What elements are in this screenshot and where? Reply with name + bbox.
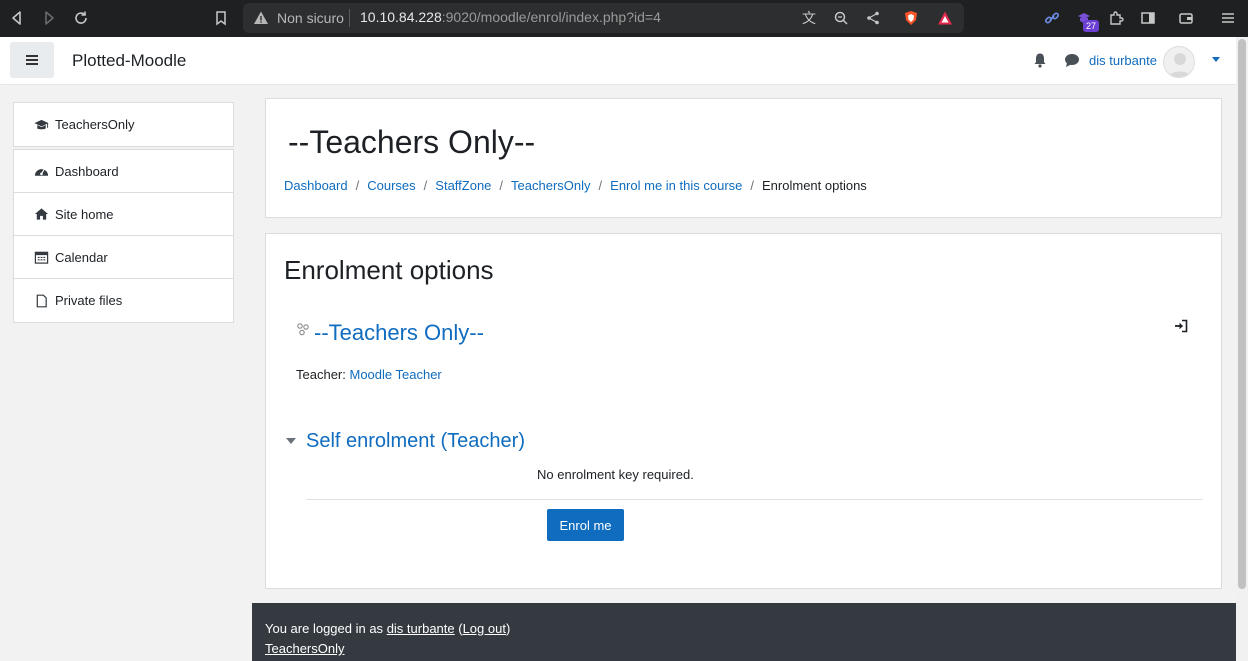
page-header-card: --Teachers Only-- Dashboard / Courses / St… [265, 98, 1222, 218]
teacher-link[interactable]: Moodle Teacher [350, 367, 442, 382]
dashboard-icon [33, 164, 49, 178]
page-title: --Teachers Only-- [288, 124, 536, 160]
translate-icon[interactable]: 文 [800, 9, 818, 27]
breadcrumb-courses[interactable]: Courses [367, 178, 415, 193]
nav-drawer: TeachersOnly Dashboard Site home Calenda… [0, 86, 252, 661]
scrollbar-thumb[interactable] [1238, 39, 1246, 589]
collapse-caret-icon[interactable] [286, 438, 296, 444]
share-icon[interactable] [864, 9, 882, 27]
brave-rewards-icon[interactable] [936, 9, 954, 27]
breadcrumb-staffzone[interactable]: StaffZone [435, 178, 491, 193]
home-icon [33, 207, 49, 221]
chevron-down-icon[interactable] [1212, 57, 1220, 62]
site-navbar: Plotted-Moodle dis turbante [0, 37, 1236, 85]
footer-user-link[interactable]: dis turbante [387, 621, 455, 636]
main-region: --Teachers Only-- Dashboard / Courses / St… [252, 86, 1236, 661]
enrolment-card: Enrolment options --Teachers Only-- Teac… [265, 233, 1222, 589]
bell-icon[interactable] [1032, 52, 1048, 68]
teacher-line: Teacher: Moodle Teacher [296, 367, 442, 382]
user-menu-name[interactable]: dis turbante [1089, 53, 1157, 68]
drawer-item-label: Site home [55, 206, 114, 222]
breadcrumb-enrol[interactable]: Enrol me in this course [610, 178, 742, 193]
breadcrumb-current: Enrolment options [762, 178, 867, 193]
bookmark-icon[interactable] [212, 9, 230, 27]
footer-course: TeachersOnly [265, 641, 344, 656]
extension-badge: 27 [1083, 20, 1100, 32]
scrollbar[interactable] [1236, 37, 1248, 661]
graduation-cap-icon [33, 118, 49, 132]
address-bar[interactable]: Non sicuro 10.10.84.228:9020/moodle/enro… [243, 3, 964, 33]
breadcrumb-teachersonly[interactable]: TeachersOnly [511, 178, 590, 193]
drawer-item-label: Calendar [55, 249, 108, 265]
warning-icon [254, 11, 268, 24]
menu-icon[interactable] [1219, 9, 1237, 27]
drawer-item-label: Private files [55, 293, 123, 308]
zoom-icon[interactable] [832, 9, 850, 27]
page-footer: You are logged in as dis turbante (Log o… [252, 603, 1236, 661]
breadcrumb: Dashboard / Courses / StaffZone / TeachersO… [284, 178, 867, 193]
forward-icon[interactable] [40, 9, 58, 27]
drawer-main-group: Dashboard Site home Calendar Private fil… [13, 149, 234, 323]
chat-icon[interactable] [1064, 53, 1080, 68]
drawer-item-calendar[interactable]: Calendar [14, 236, 233, 279]
course-link[interactable]: --Teachers Only-- [314, 320, 484, 346]
url-text[interactable]: 10.10.84.228:9020/moodle/enrol/index.php… [360, 9, 661, 25]
drawer-course-group: TeachersOnly [13, 102, 234, 147]
back-icon[interactable] [8, 9, 26, 27]
drawer-item-dashboard[interactable]: Dashboard [14, 150, 233, 193]
sign-in-icon [1175, 319, 1188, 333]
no-key-message: No enrolment key required. [537, 467, 694, 482]
self-enrolment-section-title[interactable]: Self enrolment (Teacher) [306, 430, 525, 453]
enrolment-heading: Enrolment options [284, 255, 494, 285]
drawer-item-site-home[interactable]: Site home [14, 193, 233, 236]
logout-link[interactable]: Log out [463, 621, 506, 636]
security-label: Non sicuro [277, 10, 344, 26]
drawer-item-course[interactable]: TeachersOnly [14, 103, 233, 146]
puzzle-icon[interactable] [1107, 9, 1125, 27]
url-divider [349, 9, 350, 27]
divider [306, 499, 1203, 500]
wallet-icon[interactable] [1177, 9, 1195, 27]
sidebar-toggle-icon[interactable] [1139, 9, 1157, 27]
teacher-label: Teacher: [296, 367, 346, 382]
file-icon [33, 294, 49, 308]
avatar[interactable] [1163, 46, 1195, 78]
course-icon [297, 323, 309, 336]
enrol-me-button[interactable]: Enrol me [547, 509, 624, 541]
breadcrumb-dashboard[interactable]: Dashboard [284, 178, 348, 193]
drawer-item-private-files[interactable]: Private files [14, 279, 233, 322]
brave-shield-icon[interactable] [902, 9, 920, 27]
browser-toolbar: Non sicuro 10.10.84.228:9020/moodle/enro… [0, 0, 1248, 37]
extension-link-icon[interactable] [1043, 9, 1061, 27]
drawer-toggle-button[interactable] [10, 42, 54, 78]
drawer-item-label: TeachersOnly [55, 117, 135, 132]
site-name[interactable]: Plotted-Moodle [72, 51, 186, 71]
drawer-item-label: Dashboard [55, 163, 119, 179]
footer-course-link[interactable]: TeachersOnly [265, 641, 344, 656]
reload-icon[interactable] [72, 9, 90, 27]
login-info: You are logged in as dis turbante (Log o… [265, 621, 511, 636]
calendar-icon [33, 250, 49, 264]
